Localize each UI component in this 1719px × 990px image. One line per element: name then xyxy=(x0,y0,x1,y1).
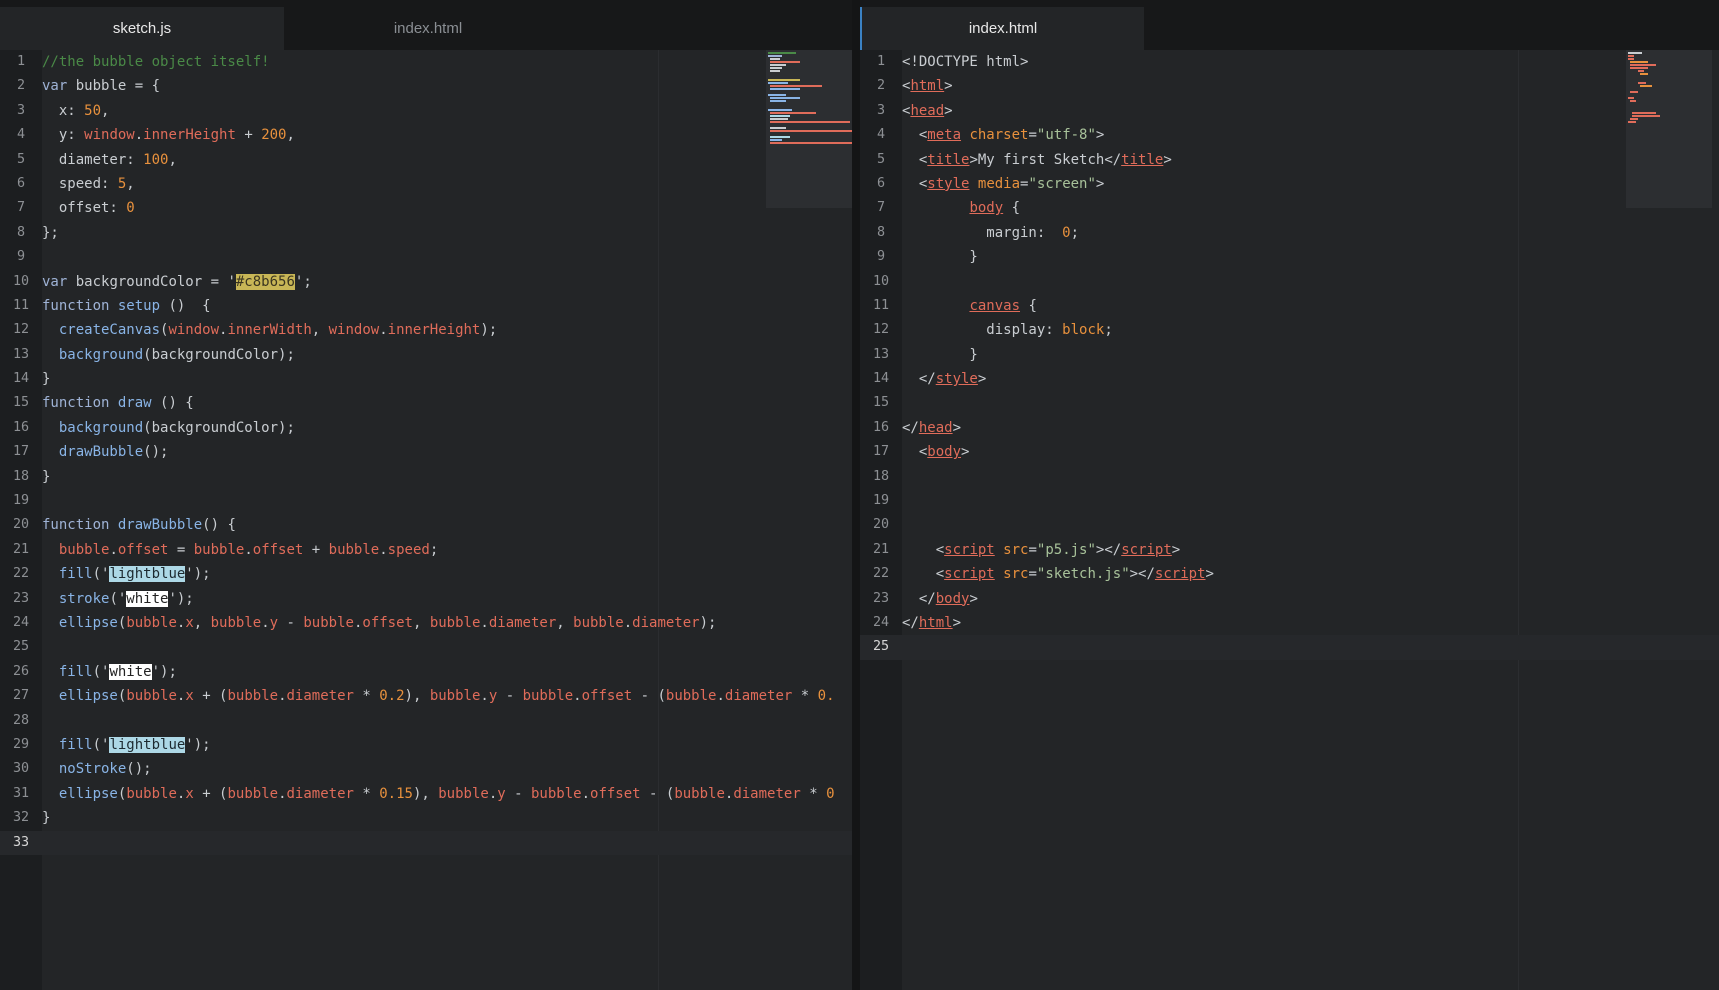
code-line: <script src="p5.js"></script> xyxy=(902,541,1181,558)
code-line: body { xyxy=(969,200,1021,217)
code-line: y: window.innerHeight + 200, xyxy=(42,127,295,144)
code-area[interactable]: //the bubble object itself! var bubble =… xyxy=(42,50,852,990)
code-line: display: block; xyxy=(902,322,1113,339)
tab-label: index.html xyxy=(968,20,1038,37)
tab-label: index.html xyxy=(393,20,463,37)
code-line: </html> xyxy=(902,614,962,631)
right-editor-pane[interactable]: 1 2 3 4 5 6 7 8 9 10 11 12 13 14 15 16 17 18 19 20 21 22 23 24 2… xyxy=(860,50,1719,990)
color-swatch-highlight: lightblue xyxy=(109,736,186,753)
code-line: speed: 5, xyxy=(42,175,135,192)
color-swatch-highlight: lightblue xyxy=(109,566,186,583)
code-line: </body> xyxy=(902,590,978,607)
right-tab-bar: index.html xyxy=(860,0,1719,50)
code-line: <html> xyxy=(902,78,953,95)
color-swatch-highlight: #c8b656 xyxy=(235,273,295,290)
code-line: }; xyxy=(42,224,59,241)
left-editor-pane[interactable]: 1 2 3 4 5 6 7 8 9 10 11 12 13 14 15 16 17 18 19 20 21 22 23 24 2… xyxy=(0,50,852,990)
tab-sketch-js[interactable]: sketch.js xyxy=(0,7,284,50)
code-line: x: 50, xyxy=(42,102,110,119)
code-line: stroke('white'); xyxy=(58,590,194,607)
code-line: var bubble = { xyxy=(42,78,161,95)
code-line: } xyxy=(902,346,978,363)
code-line: } xyxy=(42,371,51,388)
tab-index-html[interactable]: index.html xyxy=(284,7,572,50)
code-line: </style> xyxy=(902,371,987,388)
color-swatch-highlight: white xyxy=(109,663,152,680)
code-line: var backgroundColor = '#c8b656'; xyxy=(42,273,312,290)
code-line: //the bubble object itself! xyxy=(42,54,270,70)
minimap[interactable] xyxy=(766,50,852,208)
code-line: background(backgroundColor); xyxy=(58,419,295,436)
code-line: function draw () { xyxy=(42,395,194,412)
code-line: background(backgroundColor); xyxy=(58,346,295,363)
code-line-cursor[interactable] xyxy=(42,830,852,855)
code-line: offset: 0 xyxy=(42,200,135,217)
code-line: ellipse(bubble.x + (bubble.diameter * 0.… xyxy=(58,785,835,802)
code-line: ellipse(bubble.x + (bubble.diameter * 0.… xyxy=(58,688,835,705)
color-swatch-highlight: white xyxy=(126,590,169,607)
code-line: <script src="sketch.js"></script> xyxy=(902,566,1214,583)
code-line: <style media="screen"> xyxy=(902,175,1105,192)
code-line: ellipse(bubble.x, bubble.y - bubble.offs… xyxy=(58,614,717,631)
code-line: drawBubble(); xyxy=(58,444,169,461)
minimap[interactable] xyxy=(1626,50,1712,208)
tab-index-html-right[interactable]: index.html xyxy=(860,7,1144,50)
code-line: function drawBubble() { xyxy=(42,517,236,534)
code-line: } xyxy=(42,468,51,485)
code-line: bubble.offset = bubble.offset + bubble.s… xyxy=(58,541,439,558)
line-number-gutter: 1 2 3 4 5 6 7 8 9 10 11 12 13 14 15 16 17 18 19 20 21 22 23 24 2… xyxy=(0,50,42,990)
code-line: </head> xyxy=(902,419,962,436)
code-line: } xyxy=(902,249,978,266)
code-line: <body> xyxy=(902,444,970,461)
code-line: } xyxy=(42,810,51,827)
code-area[interactable]: <!DOCTYPE html> <html> <head> <meta char… xyxy=(902,50,1719,990)
code-line: canvas { xyxy=(969,297,1037,314)
code-line: <!DOCTYPE html> xyxy=(902,54,1029,70)
code-line: createCanvas(window.innerWidth, window.i… xyxy=(58,322,498,339)
line-number-gutter: 1 2 3 4 5 6 7 8 9 10 11 12 13 14 15 16 17 18 19 20 21 22 23 24 2… xyxy=(860,50,902,990)
code-line: function setup () { xyxy=(42,297,211,314)
code-line: fill('lightblue'); xyxy=(58,566,211,583)
code-line: <title>My first Sketch</title> xyxy=(902,151,1172,168)
code-line-cursor[interactable] xyxy=(902,635,1719,660)
left-tab-bar: sketch.js index.html xyxy=(0,0,852,50)
pane-divider[interactable] xyxy=(852,0,860,990)
code-line: fill('lightblue'); xyxy=(58,736,211,753)
tab-label: sketch.js xyxy=(112,20,172,37)
code-line: <head> xyxy=(902,102,953,119)
code-line: margin: 0; xyxy=(902,224,1080,241)
code-line: diameter: 100, xyxy=(42,151,177,168)
code-line: fill('white'); xyxy=(58,663,177,680)
code-line: noStroke(); xyxy=(58,761,152,778)
code-line: <meta charset="utf-8"> xyxy=(902,127,1105,144)
